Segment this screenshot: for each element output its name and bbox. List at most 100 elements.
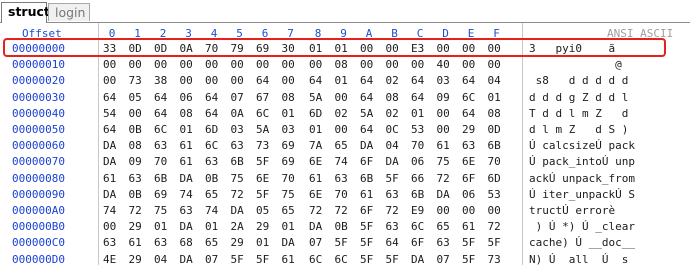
hex-byte[interactable]: 00 bbox=[256, 58, 274, 71]
hex-byte[interactable]: 64 bbox=[205, 91, 223, 104]
hex-byte[interactable]: 0B bbox=[129, 123, 147, 136]
hex-byte[interactable]: 63 bbox=[386, 220, 404, 233]
ascii-text[interactable]: cache) Ú __doc__ bbox=[529, 236, 635, 249]
hex-byte[interactable]: 6B bbox=[360, 172, 378, 185]
hex-byte[interactable]: 07 bbox=[205, 253, 223, 266]
hex-byte[interactable]: 07 bbox=[437, 253, 455, 266]
hex-byte[interactable]: 72 bbox=[437, 172, 455, 185]
hex-byte[interactable]: 08 bbox=[282, 91, 300, 104]
hex-byte[interactable]: 6F bbox=[411, 236, 429, 249]
hex-byte[interactable]: 65 bbox=[335, 139, 353, 152]
hex-byte[interactable]: 74 bbox=[180, 188, 198, 201]
hex-byte[interactable]: DA bbox=[103, 188, 121, 201]
hex-byte[interactable]: 63 bbox=[103, 236, 121, 249]
hex-byte[interactable]: 5A bbox=[360, 107, 378, 120]
hex-byte[interactable]: 6E bbox=[309, 188, 327, 201]
hex-byte[interactable]: 64 bbox=[103, 91, 121, 104]
ascii-text[interactable]: Ú calcsizeÚ pack bbox=[529, 139, 635, 152]
hex-byte[interactable]: 64 bbox=[462, 74, 480, 87]
hex-byte[interactable]: 00 bbox=[437, 123, 455, 136]
hex-byte[interactable]: 61 bbox=[437, 139, 455, 152]
hex-byte[interactable]: 65 bbox=[205, 236, 223, 249]
hex-byte[interactable]: 00 bbox=[205, 58, 223, 71]
hex-byte[interactable]: 05 bbox=[129, 91, 147, 104]
hex-byte[interactable]: 00 bbox=[103, 220, 121, 233]
ascii-text[interactable]: s8 d d d d d bbox=[529, 74, 629, 87]
hex-byte[interactable]: 63 bbox=[437, 236, 455, 249]
hex-byte[interactable]: DA bbox=[411, 253, 429, 266]
hex-byte[interactable]: 01 bbox=[309, 123, 327, 136]
hex-byte[interactable]: 0B bbox=[335, 220, 353, 233]
hex-byte[interactable]: 61 bbox=[360, 188, 378, 201]
hex-byte[interactable]: 6C bbox=[462, 91, 480, 104]
hex-byte[interactable]: 00 bbox=[103, 58, 121, 71]
hex-byte[interactable]: 61 bbox=[282, 253, 300, 266]
hex-byte[interactable]: DA bbox=[103, 139, 121, 152]
hex-byte[interactable]: 72 bbox=[386, 204, 404, 217]
hex-byte[interactable]: 5F bbox=[360, 236, 378, 249]
hex-byte[interactable]: 64 bbox=[256, 74, 274, 87]
hex-byte[interactable]: 07 bbox=[231, 91, 249, 104]
hex-byte[interactable]: 74 bbox=[205, 204, 223, 217]
hex-byte[interactable]: 70 bbox=[411, 139, 429, 152]
hex-byte[interactable]: 02 bbox=[386, 74, 404, 87]
hex-byte[interactable]: 08 bbox=[386, 91, 404, 104]
hex-byte[interactable]: 70 bbox=[282, 172, 300, 185]
hex-byte[interactable]: 64 bbox=[103, 123, 121, 136]
hex-byte[interactable]: 40 bbox=[437, 58, 455, 71]
hex-byte[interactable]: 00 bbox=[180, 58, 198, 71]
hex-byte[interactable]: 6C bbox=[309, 253, 327, 266]
hex-byte[interactable]: 5F bbox=[256, 253, 274, 266]
hex-byte[interactable]: DA bbox=[437, 188, 455, 201]
hex-byte[interactable]: 5F bbox=[256, 188, 274, 201]
hex-byte[interactable]: 5F bbox=[386, 172, 404, 185]
ascii-text[interactable]: ) Ú *) Ú _clear bbox=[529, 220, 635, 233]
hex-byte[interactable]: 64 bbox=[309, 74, 327, 87]
hex-byte[interactable]: 63 bbox=[180, 204, 198, 217]
hex-byte[interactable]: DA bbox=[180, 220, 198, 233]
hex-byte[interactable]: DA bbox=[386, 155, 404, 168]
ascii-text[interactable]: Ú pack_intoÚ unp bbox=[529, 155, 635, 168]
hex-byte[interactable]: 5F bbox=[256, 155, 274, 168]
hex-byte[interactable]: 00 bbox=[335, 91, 353, 104]
hex-byte[interactable]: 5F bbox=[386, 253, 404, 266]
hex-byte[interactable]: 03 bbox=[231, 123, 249, 136]
hex-byte[interactable]: 00 bbox=[411, 58, 429, 71]
hex-byte[interactable]: 6E bbox=[309, 155, 327, 168]
hex-byte[interactable]: 00 bbox=[282, 58, 300, 71]
hex-byte[interactable]: 6B bbox=[488, 139, 506, 152]
hex-byte[interactable]: 6D bbox=[488, 172, 506, 185]
ascii-text[interactable]: T d d l m Z d bbox=[529, 107, 628, 120]
hex-byte[interactable]: 04 bbox=[386, 139, 404, 152]
hex-byte[interactable]: DA bbox=[231, 204, 249, 217]
hex-byte[interactable]: 75 bbox=[231, 172, 249, 185]
hex-byte[interactable]: 6B bbox=[411, 188, 429, 201]
hex-byte[interactable]: 74 bbox=[103, 204, 121, 217]
hex-byte[interactable]: 6F bbox=[360, 155, 378, 168]
ascii-text[interactable]: tructÚ errorè bbox=[529, 204, 615, 217]
hex-byte[interactable]: 6E bbox=[462, 155, 480, 168]
hex-byte[interactable]: 29 bbox=[462, 123, 480, 136]
hex-byte[interactable]: 64 bbox=[360, 74, 378, 87]
hex-byte[interactable]: DA bbox=[180, 172, 198, 185]
hex-byte[interactable]: 63 bbox=[154, 236, 172, 249]
hex-byte[interactable]: 61 bbox=[309, 172, 327, 185]
hex-byte[interactable]: 5F bbox=[360, 220, 378, 233]
hex-byte[interactable]: 5F bbox=[488, 236, 506, 249]
hex-byte[interactable]: 73 bbox=[256, 139, 274, 152]
hex-byte[interactable]: 65 bbox=[282, 204, 300, 217]
hex-byte[interactable]: 00 bbox=[180, 74, 198, 87]
hex-byte[interactable]: 69 bbox=[154, 188, 172, 201]
hex-byte[interactable]: 02 bbox=[386, 107, 404, 120]
hex-byte[interactable]: DA bbox=[282, 236, 300, 249]
hex-byte[interactable]: 6B bbox=[231, 155, 249, 168]
hex-byte[interactable]: 00 bbox=[437, 204, 455, 217]
hex-byte[interactable]: 54 bbox=[103, 107, 121, 120]
hex-byte[interactable]: 75 bbox=[154, 204, 172, 217]
hex-byte[interactable]: 64 bbox=[154, 91, 172, 104]
hex-byte[interactable]: 00 bbox=[205, 74, 223, 87]
hex-byte[interactable]: 00 bbox=[462, 58, 480, 71]
hex-byte[interactable]: 03 bbox=[437, 74, 455, 87]
hex-byte[interactable]: 63 bbox=[462, 139, 480, 152]
hex-byte[interactable]: 63 bbox=[231, 139, 249, 152]
